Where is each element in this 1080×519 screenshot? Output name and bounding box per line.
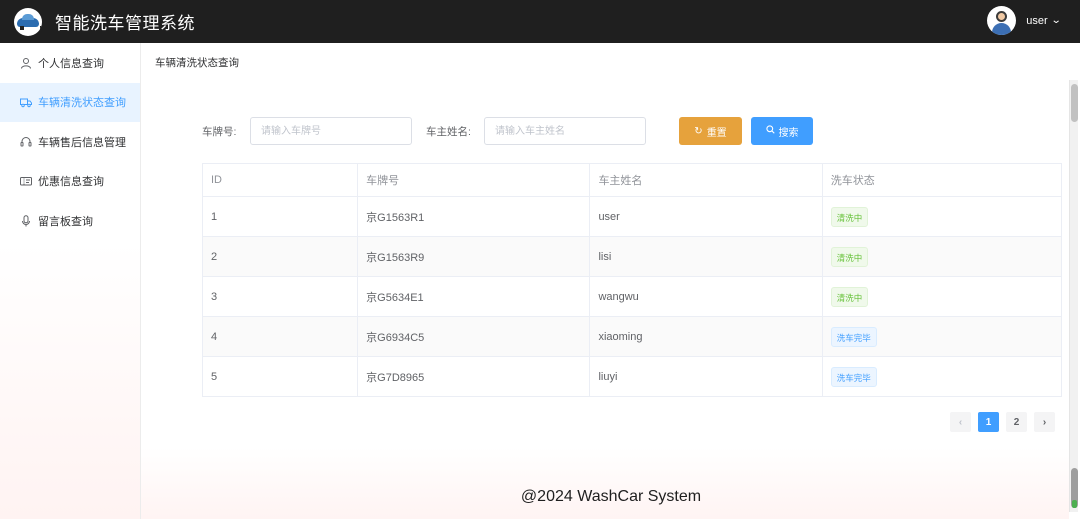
username[interactable]: user xyxy=(1026,15,1047,27)
status-badge: 清洗中 xyxy=(830,286,869,307)
cell-plate: 京G6934C5 xyxy=(357,316,591,357)
cell-owner: lisi xyxy=(589,236,823,277)
scroll-indicator-icon xyxy=(1072,500,1077,508)
cell-plate: 京G1563R9 xyxy=(357,236,591,277)
cell-id: 2 xyxy=(201,236,359,277)
sidebar-item-after-sales[interactable]: 车辆售后信息管理 xyxy=(0,122,140,162)
table-row[interactable]: 1 京G1563R1 user 清洗中 xyxy=(201,196,1063,237)
cell-owner: liuyi xyxy=(589,356,823,397)
cell-plate: 京G1563R1 xyxy=(357,196,591,237)
vertical-scrollbar[interactable] xyxy=(1069,80,1078,512)
column-header-id[interactable]: ID xyxy=(201,163,359,197)
cell-id: 4 xyxy=(201,316,359,357)
sidebar-item-label: 个人信息查询 xyxy=(38,57,104,70)
car-logo-icon xyxy=(14,7,42,36)
truck-icon xyxy=(20,96,32,108)
column-header-status[interactable]: 洗车状态 xyxy=(821,163,1063,197)
cell-id: 5 xyxy=(201,356,359,397)
sidebar: 个人信息查询 车辆清洗状态查询 车辆售后信息管理 优惠信息查询 留言板查询 xyxy=(0,43,141,519)
status-badge: 洗车完毕 xyxy=(830,326,877,347)
sidebar-item-message-board[interactable]: 留言板查询 xyxy=(0,201,140,241)
cell-plate: 京G5634E1 xyxy=(357,276,591,317)
refresh-icon: ↻ xyxy=(694,125,703,137)
sidebar-item-personal-info[interactable]: 个人信息查询 xyxy=(0,43,140,83)
pagination: ‹ 1 2 › xyxy=(943,412,1055,432)
breadcrumb: 车辆清洗状态查询 xyxy=(155,57,239,69)
scrollbar-thumb[interactable] xyxy=(1071,84,1078,122)
user-icon xyxy=(20,57,32,69)
owner-search-input[interactable] xyxy=(484,117,646,145)
sidebar-item-label: 留言板查询 xyxy=(38,215,93,228)
owner-label: 车主姓名: xyxy=(426,126,471,138)
cell-status: 洗车完毕 xyxy=(821,316,1063,357)
avatar[interactable] xyxy=(987,6,1017,35)
cell-owner: xiaoming xyxy=(589,316,823,357)
sidebar-item-wash-status[interactable]: 车辆清洗状态查询 xyxy=(0,82,140,122)
footer: @2024 WashCar System xyxy=(520,488,702,505)
page-button-1[interactable]: 1 xyxy=(978,412,999,432)
search-icon xyxy=(765,125,775,137)
page-button-2[interactable]: 2 xyxy=(1006,412,1027,432)
user-menu[interactable]: user ⌄ xyxy=(987,6,1061,35)
plate-search-input[interactable] xyxy=(250,117,412,145)
reset-button-label: 重置 xyxy=(706,127,727,139)
chevron-down-icon[interactable]: ⌄ xyxy=(1050,15,1061,26)
table-row[interactable]: 5 京G7D8965 liuyi 洗车完毕 xyxy=(201,356,1063,397)
sidebar-item-discounts[interactable]: 优惠信息查询 xyxy=(0,162,140,202)
search-button-label: 搜索 xyxy=(778,127,799,139)
wash-status-table: ID 车牌号 车主姓名 洗车状态 1 京G1563R1 user 清洗中 2 京… xyxy=(201,163,1063,397)
cell-id: 3 xyxy=(201,276,359,317)
cell-status: 清洗中 xyxy=(821,236,1063,277)
reset-button[interactable]: ↻ 重置 xyxy=(679,117,742,145)
search-button[interactable]: 搜索 xyxy=(751,117,813,145)
cell-status: 洗车完毕 xyxy=(821,356,1063,397)
table-row[interactable]: 3 京G5634E1 wangwu 清洗中 xyxy=(201,276,1063,317)
cell-owner: user xyxy=(589,196,823,237)
cell-status: 清洗中 xyxy=(821,196,1063,237)
next-page-button[interactable]: › xyxy=(1034,412,1055,432)
status-badge: 洗车完毕 xyxy=(830,366,877,387)
table-row[interactable]: 2 京G1563R9 lisi 清洗中 xyxy=(201,236,1063,277)
top-header: 智能洗车管理系统 user ⌄ xyxy=(0,0,1080,43)
column-header-owner[interactable]: 车主姓名 xyxy=(589,163,823,197)
cell-status: 清洗中 xyxy=(821,276,1063,317)
status-badge: 清洗中 xyxy=(830,246,869,267)
table-row[interactable]: 4 京G6934C5 xiaoming 洗车完毕 xyxy=(201,316,1063,357)
headset-icon xyxy=(20,136,32,148)
app-title: 智能洗车管理系统 xyxy=(55,14,195,33)
status-badge: 清洗中 xyxy=(830,206,869,227)
sidebar-item-label: 车辆售后信息管理 xyxy=(38,136,126,149)
sidebar-item-label: 车辆清洗状态查询 xyxy=(38,97,126,110)
table-header-row: ID 车牌号 车主姓名 洗车状态 xyxy=(201,163,1063,197)
cell-plate: 京G7D8965 xyxy=(357,356,591,397)
sidebar-item-label: 优惠信息查询 xyxy=(38,176,104,189)
cell-owner: wangwu xyxy=(589,276,823,317)
cell-id: 1 xyxy=(201,196,359,237)
coupon-icon xyxy=(20,175,32,187)
prev-page-button[interactable]: ‹ xyxy=(950,412,971,432)
plate-label: 车牌号: xyxy=(202,126,237,138)
microphone-icon xyxy=(20,215,32,227)
column-header-plate[interactable]: 车牌号 xyxy=(357,163,591,197)
